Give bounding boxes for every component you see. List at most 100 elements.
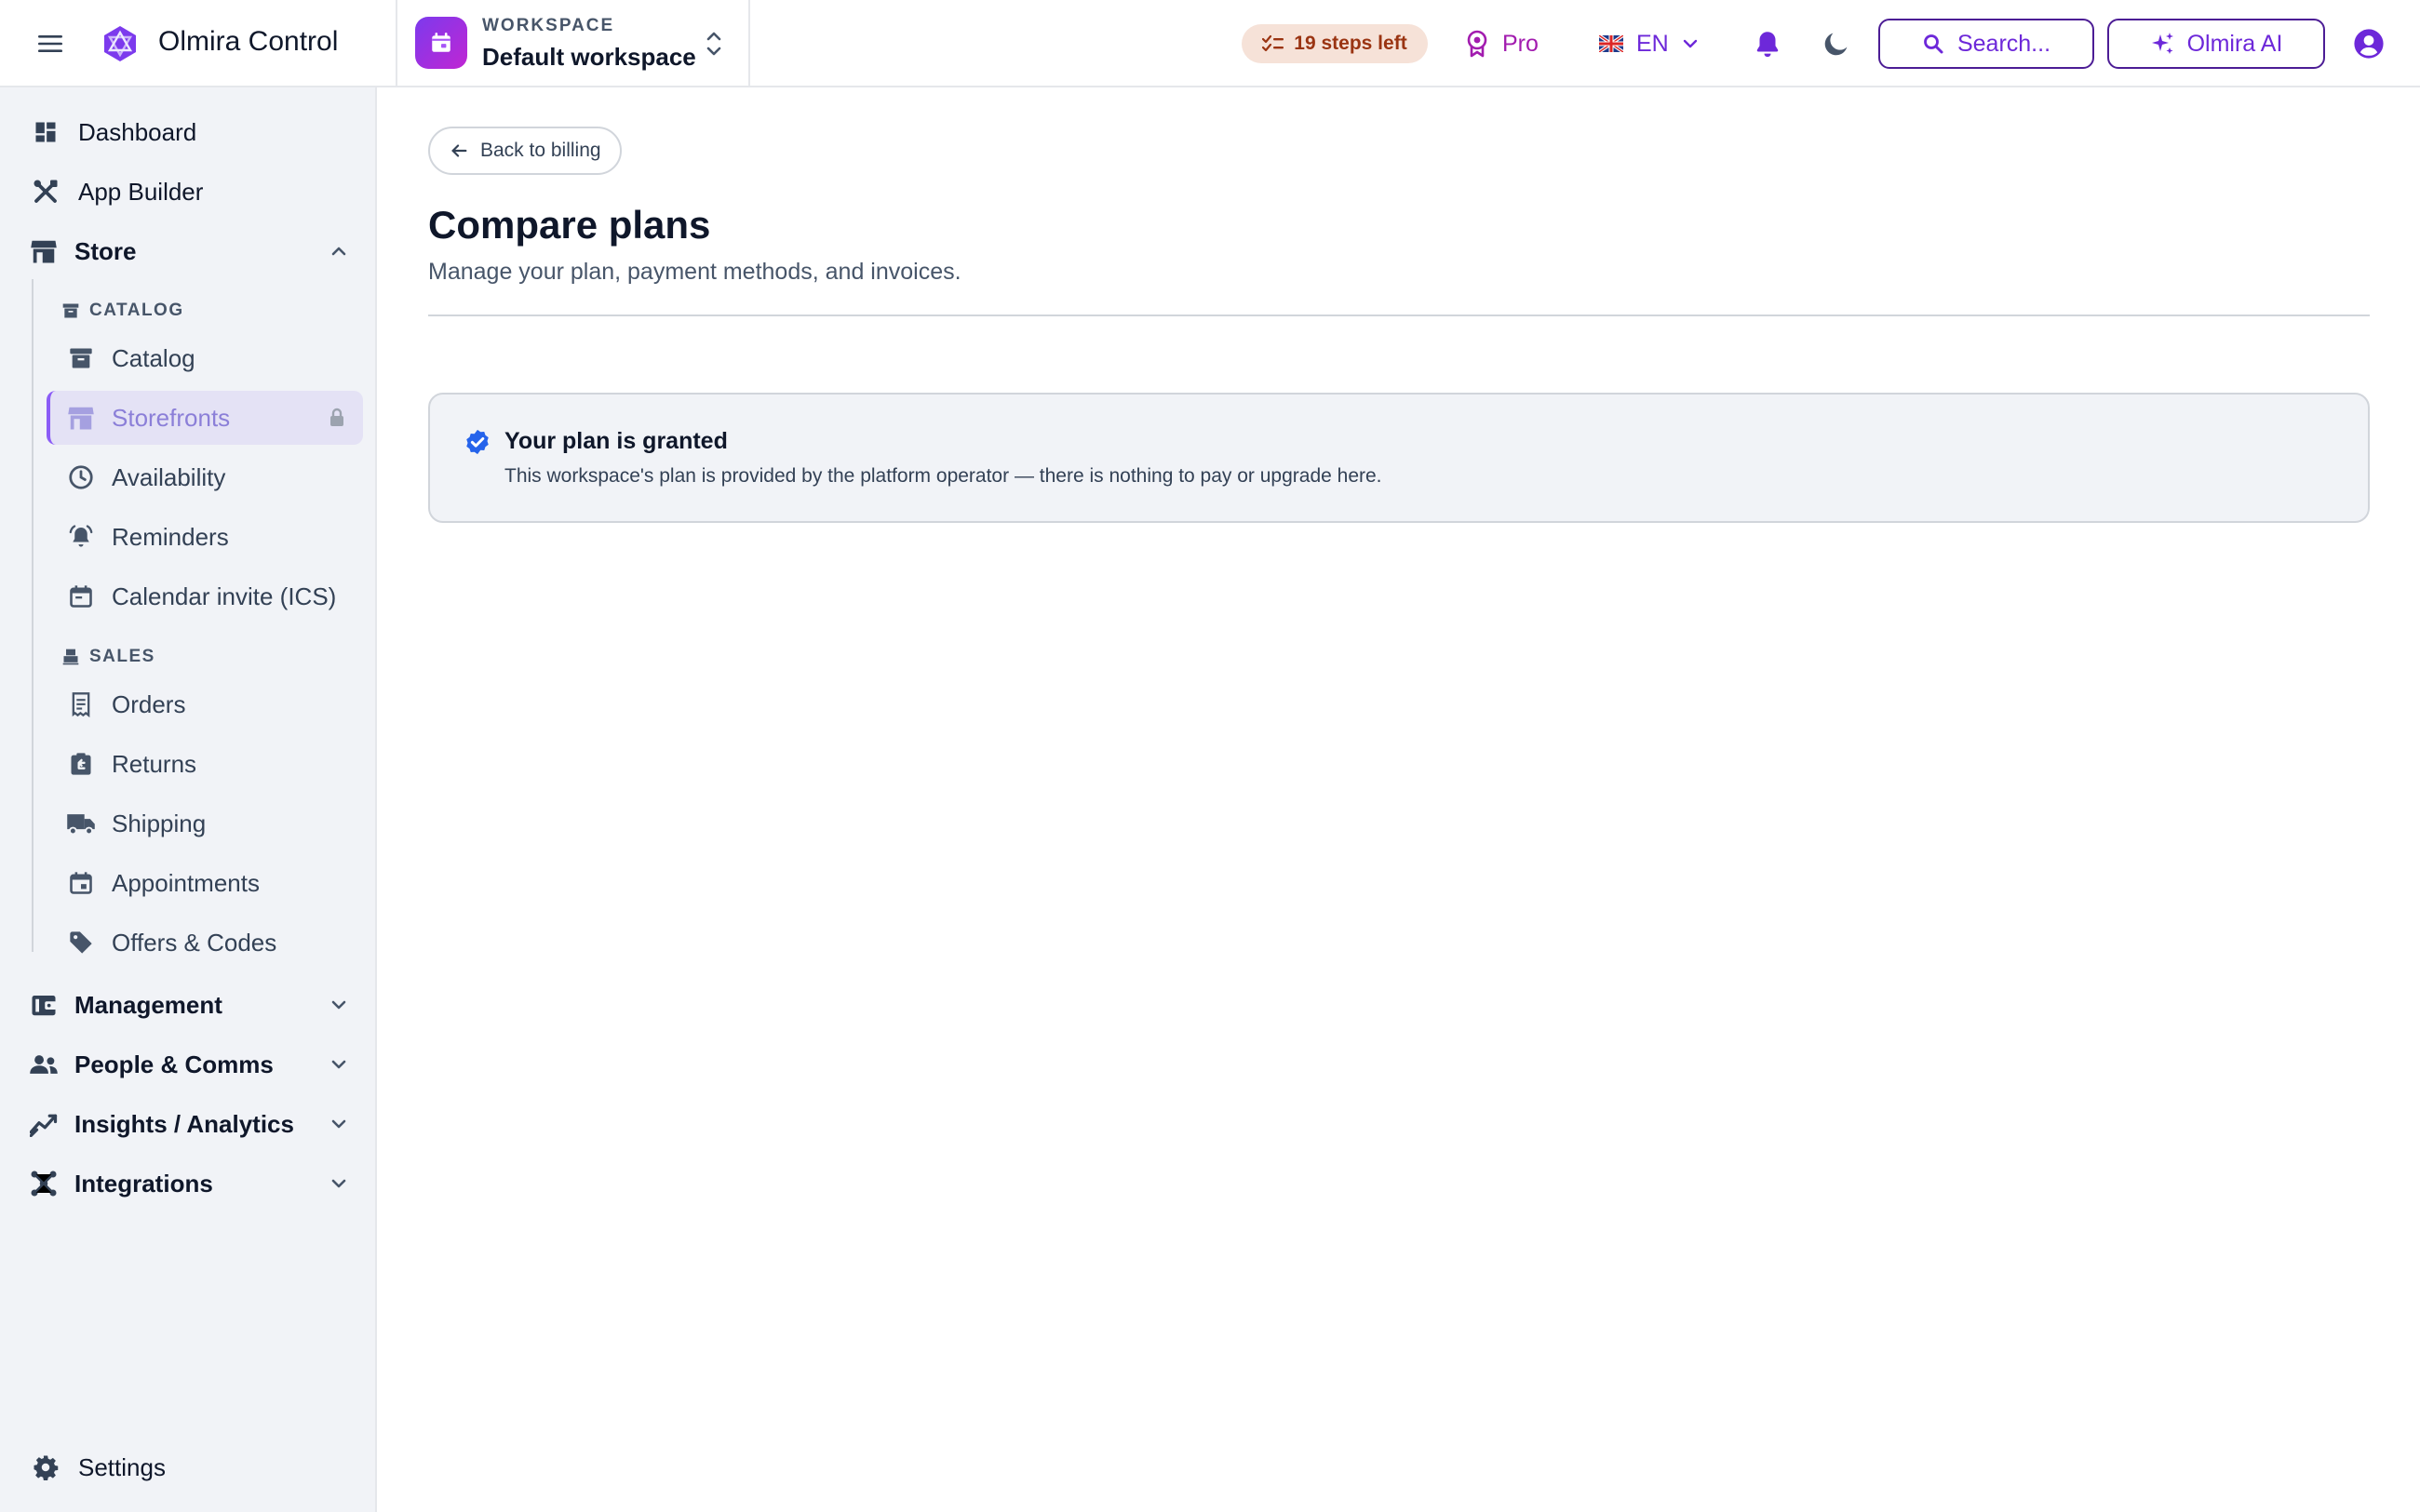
hub-icon: [28, 1168, 60, 1199]
sidebar-item-dashboard[interactable]: Dashboard: [0, 106, 377, 158]
top-bar: Olmira Control WORKSPACE Default workspa…: [0, 0, 2420, 87]
sidebar-item-label: Availability: [112, 462, 226, 491]
sidebar-item-catalog[interactable]: Catalog: [47, 331, 363, 385]
sidebar-group-label: Store: [74, 236, 137, 265]
sidebar-item-reminders[interactable]: Reminders: [47, 510, 363, 564]
notice-title: Your plan is granted: [504, 428, 728, 454]
calendar-icon: [65, 581, 97, 612]
sidebar-group-people-comms[interactable]: People & Comms: [0, 1038, 377, 1091]
account-avatar-icon[interactable]: [2353, 28, 2385, 60]
sidebar-group-store[interactable]: Store: [0, 225, 377, 277]
clock-icon: [65, 462, 97, 493]
return-box-icon: [65, 748, 97, 780]
gear-icon: [30, 1452, 61, 1483]
back-label: Back to billing: [480, 140, 601, 161]
sidebar-item-label: Reminders: [112, 522, 229, 551]
sidebar-item-offers-codes[interactable]: Offers & Codes: [47, 916, 363, 970]
onboarding-steps-badge[interactable]: 19 steps left: [1242, 24, 1428, 63]
calendar-icon: [432, 33, 450, 52]
sidebar-item-label: App Builder: [78, 177, 204, 206]
sidebar-group-insights-analytics[interactable]: Insights / Analytics: [0, 1098, 377, 1150]
divider: [396, 0, 397, 87]
tools-icon: [30, 176, 61, 207]
language-selector[interactable]: EN: [1599, 26, 1699, 61]
analytics-icon: [28, 1108, 60, 1140]
section-title: SALES: [89, 647, 155, 666]
verified-check-icon: [466, 429, 489, 455]
sidebar-item-label: Shipping: [112, 809, 207, 837]
calendar-event-icon: [65, 867, 97, 899]
sidebar-group-label: Insights / Analytics: [74, 1109, 294, 1138]
hamburger-icon: [38, 35, 62, 52]
notifications-bell-icon[interactable]: [1752, 28, 1783, 60]
sidebar-item-label: Returns: [112, 749, 197, 778]
sidebar-item-label: Catalog: [112, 343, 195, 372]
storefront-icon: [65, 402, 97, 434]
divider: [748, 0, 750, 87]
store-icon: [28, 235, 60, 267]
sidebar-item-label: Dashboard: [78, 117, 197, 146]
sidebar-group-integrations[interactable]: Integrations: [0, 1157, 377, 1210]
sidebar-group-management[interactable]: Management: [0, 979, 377, 1031]
sidebar-item-shipping[interactable]: Shipping: [47, 796, 363, 850]
checklist-icon: [1262, 34, 1284, 52]
section-header-sales: SALES: [61, 646, 155, 668]
sidebar-item-label: Storefronts: [112, 403, 231, 432]
sidebar-item-label: Appointments: [112, 868, 260, 897]
sidebar-item-calendar-invite[interactable]: Calendar invite (ICS): [47, 569, 363, 623]
dark-mode-moon-icon[interactable]: [1821, 28, 1852, 60]
people-icon: [28, 1049, 60, 1080]
tag-icon: [65, 927, 97, 958]
sidebar-item-orders[interactable]: Orders: [47, 677, 363, 731]
section-title: CATALOG: [89, 301, 184, 320]
arrow-left-icon: [451, 144, 467, 157]
archive-icon: [65, 342, 97, 374]
sidebar-item-label: Calendar invite (ICS): [112, 582, 337, 610]
section-header-catalog: CATALOG: [61, 300, 184, 322]
sidebar-item-app-builder[interactable]: App Builder: [0, 166, 377, 218]
sparkles-icon: [2151, 33, 2173, 54]
page-subtitle: Manage your plan, payment methods, and i…: [428, 259, 961, 285]
chevron-down-icon: [331, 1060, 346, 1069]
steps-label: 19 steps left: [1294, 33, 1407, 54]
sidebar-item-storefronts[interactable]: Storefronts: [47, 391, 363, 445]
sidebar-item-availability[interactable]: Availability: [47, 450, 363, 504]
search-button[interactable]: Search...: [1878, 19, 2094, 69]
sidebar-item-label: Settings: [78, 1452, 166, 1481]
language-label: EN: [1636, 30, 1669, 57]
plan-badge[interactable]: Pro: [1465, 26, 1539, 61]
uk-flag-icon: [1599, 35, 1623, 52]
workspace-kicker: WORKSPACE: [482, 16, 615, 35]
sidebar: Dashboard App Builder Store CATALOG Cata…: [0, 87, 377, 1512]
back-to-billing-button[interactable]: Back to billing: [428, 127, 622, 175]
ai-label: Olmira AI: [2186, 30, 2283, 57]
sidebar-group-label: People & Comms: [74, 1050, 274, 1078]
chevron-down-icon: [1683, 39, 1697, 48]
sidebar-item-appointments[interactable]: Appointments: [47, 856, 363, 910]
app-name[interactable]: Olmira Control: [158, 26, 338, 58]
receipt-icon: [65, 689, 97, 720]
archive-icon: [62, 303, 79, 318]
tree-guide-line: [32, 279, 34, 952]
workspace-icon[interactable]: [415, 17, 467, 69]
lock-icon: [330, 408, 343, 426]
notice-text: This workspace's plan is provided by the…: [504, 465, 1382, 487]
plan-label: Pro: [1502, 30, 1539, 57]
sidebar-item-label: Orders: [112, 689, 186, 718]
sidebar-group-label: Management: [74, 990, 222, 1019]
main-content: Back to billing Compare plans Manage you…: [379, 89, 2420, 1512]
wallet-icon: [28, 989, 60, 1021]
sidebar-item-settings[interactable]: Settings: [0, 1441, 377, 1493]
menu-toggle-button[interactable]: [32, 28, 69, 60]
workspace-name[interactable]: Default workspace: [482, 43, 696, 72]
bell-ring-icon: [65, 521, 97, 553]
ai-assistant-button[interactable]: Olmira AI: [2107, 19, 2325, 69]
unfold-icon[interactable]: [700, 26, 728, 61]
sidebar-item-returns[interactable]: Returns: [47, 737, 363, 791]
plan-granted-notice: Your plan is granted This workspace's pl…: [428, 393, 2370, 523]
search-label: Search...: [1956, 30, 2051, 57]
register-icon: [62, 649, 79, 665]
divider: [428, 314, 2370, 316]
chevron-down-icon: [331, 1119, 346, 1129]
brand-logo-icon[interactable]: [101, 24, 140, 63]
